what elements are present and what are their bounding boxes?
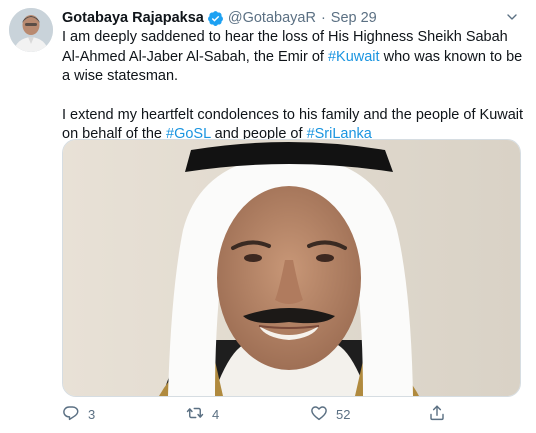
tweet-text: I am deeply saddened to hear the loss of… xyxy=(62,28,524,145)
reply-icon xyxy=(62,404,80,425)
reply-button[interactable]: 3 xyxy=(62,403,95,425)
share-icon xyxy=(428,404,446,425)
retweet-count: 4 xyxy=(212,406,220,422)
tweet-date[interactable]: Sep 29 xyxy=(331,9,377,27)
tweet-actions: 3 4 52 xyxy=(62,403,482,425)
heart-icon xyxy=(310,404,328,425)
author-name[interactable]: Gotabaya Rajapaksa xyxy=(62,9,204,27)
author-handle[interactable]: @GotabayaR xyxy=(228,9,316,27)
author-avatar[interactable] xyxy=(9,8,53,52)
tweet: Gotabaya Rajapaksa @GotabayaR · Sep 29 I… xyxy=(0,0,536,433)
tweet-header: Gotabaya Rajapaksa @GotabayaR · Sep 29 xyxy=(62,9,377,27)
reply-count: 3 xyxy=(88,406,96,422)
retweet-icon xyxy=(186,404,204,425)
hashtag-kuwait[interactable]: #Kuwait xyxy=(328,49,380,65)
tweet-media-image[interactable] xyxy=(62,139,521,397)
header-separator: · xyxy=(320,10,326,26)
more-options-chevron-icon[interactable] xyxy=(500,7,524,27)
verified-badge-icon xyxy=(207,10,224,27)
retweet-button[interactable]: 4 xyxy=(186,403,219,425)
like-count: 52 xyxy=(336,406,351,422)
share-button[interactable] xyxy=(428,403,446,425)
tweet-paragraph-1: I am deeply saddened to hear the loss of… xyxy=(62,29,523,84)
like-button[interactable]: 52 xyxy=(310,403,350,425)
